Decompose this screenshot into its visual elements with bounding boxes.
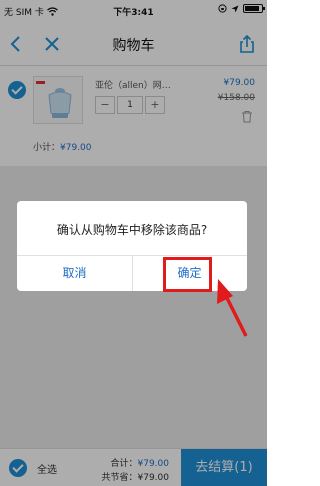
dialog-message: 确认从购物车中移除该商品? xyxy=(56,223,208,237)
cancel-button[interactable]: 取消 xyxy=(17,255,132,291)
highlight-box xyxy=(163,257,212,292)
confirm-dialog: 确认从购物车中移除该商品? 取消 确定 xyxy=(17,201,247,291)
